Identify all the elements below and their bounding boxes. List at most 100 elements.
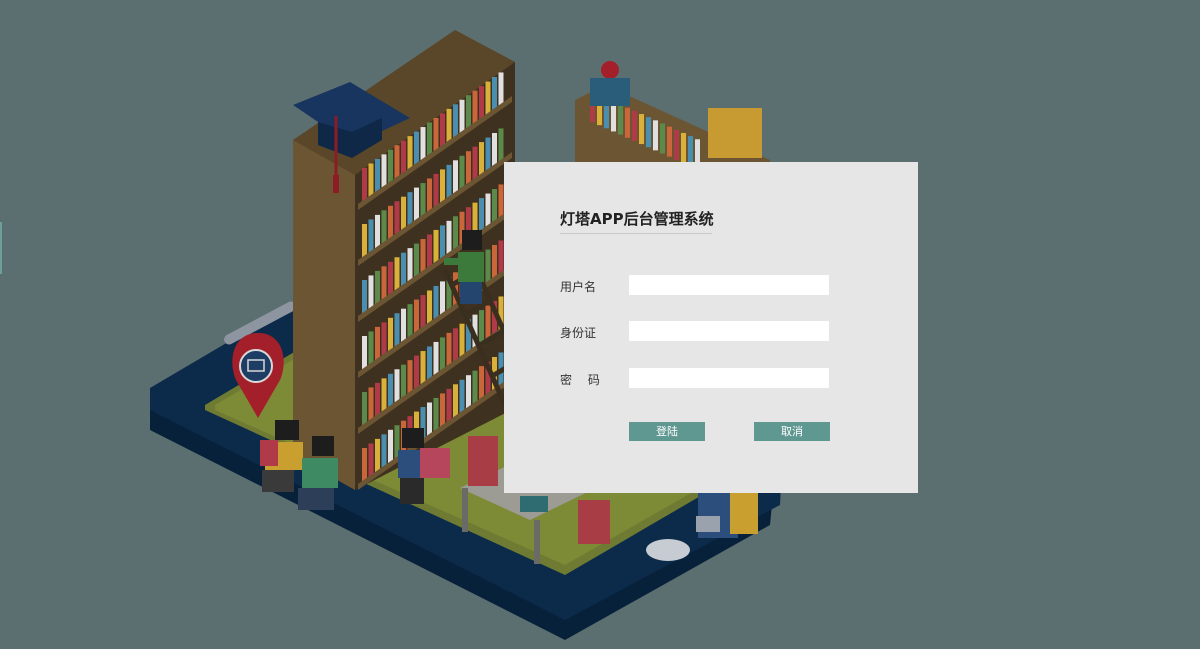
book-spine (466, 151, 471, 186)
book-spine (401, 308, 406, 343)
book-spine (368, 163, 374, 198)
book-spine (440, 225, 445, 260)
book-spine (440, 169, 445, 204)
book-spine (414, 131, 419, 166)
book-spine (498, 128, 504, 163)
book-spine (485, 249, 491, 284)
book-spine (618, 104, 623, 135)
username-label: 用户名 (560, 280, 597, 294)
book-spine (653, 120, 658, 151)
book-spine (440, 393, 445, 428)
book-spine (433, 285, 439, 320)
book-spine (362, 168, 367, 202)
book-spine (414, 187, 419, 222)
book-spine (446, 108, 452, 143)
book-spine (479, 310, 484, 345)
book-spine (479, 366, 484, 401)
book-spine (660, 123, 665, 154)
book-spine (427, 346, 432, 381)
book-spine (466, 95, 471, 130)
login-title: 灯塔APP后台管理系统 (560, 208, 714, 234)
book-spine (401, 364, 406, 399)
book-spine (625, 107, 630, 138)
book-spine (394, 145, 400, 180)
book-spine (453, 384, 458, 419)
book-spine (472, 370, 478, 405)
book-spine (446, 388, 452, 423)
book-spine (362, 448, 367, 482)
book-spine (440, 337, 445, 372)
book-spine (667, 126, 672, 157)
book-spine (388, 317, 393, 352)
book-spine (479, 86, 484, 121)
book-spine (375, 326, 380, 361)
book-spine (459, 155, 465, 190)
book-spine (433, 173, 439, 208)
book-spine (414, 243, 419, 278)
book-spine (453, 216, 458, 251)
username-row: 用户名 (560, 275, 830, 295)
book-spine (368, 275, 374, 310)
book-spine (381, 378, 387, 413)
book-spine (381, 154, 387, 189)
book-spine (646, 117, 651, 148)
book-spine (375, 270, 380, 305)
book-spine (407, 192, 413, 227)
book-spine (459, 379, 465, 414)
book-spine (492, 77, 497, 111)
book-spine (407, 248, 413, 283)
username-input[interactable] (629, 275, 829, 295)
book-spine (420, 183, 426, 218)
id-card-input[interactable] (629, 321, 829, 341)
book-spine (394, 313, 400, 348)
book-spine (375, 438, 380, 473)
book-spine (446, 164, 452, 199)
book-spine (427, 178, 432, 213)
password-label: 密 码 (560, 373, 600, 387)
book-spine (433, 229, 439, 264)
book-spine (479, 198, 484, 233)
book-spine (453, 160, 458, 195)
book-spine (681, 132, 686, 163)
book-spine (368, 219, 374, 254)
book-spine (420, 239, 426, 274)
id-card-label: 身份证 (560, 326, 597, 340)
book-spine (472, 90, 478, 125)
login-button[interactable]: 登陆 (629, 422, 705, 441)
book-spine (498, 184, 504, 219)
book-spine (388, 205, 393, 240)
book-spine (401, 140, 406, 175)
book-spine (466, 375, 471, 410)
book-spine (375, 382, 380, 417)
book-spine (362, 336, 367, 370)
book-spine (446, 220, 452, 255)
book-spine (485, 305, 491, 340)
book-spine (446, 332, 452, 367)
password-input[interactable] (629, 368, 829, 388)
book-spine (407, 136, 413, 171)
book-spine (362, 280, 367, 314)
login-panel: 灯塔APP后台管理系统 用户名 身份证 密 码 登陆 取消 (504, 162, 918, 493)
password-row: 密 码 (560, 368, 830, 388)
book-spine (479, 142, 484, 177)
book-spine (388, 429, 393, 464)
cancel-button[interactable]: 取消 (754, 422, 830, 441)
book-spine (394, 369, 400, 404)
book-spine (427, 402, 432, 437)
book-spine (407, 360, 413, 395)
book-spine (492, 189, 497, 223)
book-spine (498, 240, 504, 275)
book-spine (639, 114, 644, 145)
book-spine (485, 81, 491, 116)
book-spine (394, 201, 400, 236)
book-spine (362, 224, 367, 258)
book-spine (492, 133, 497, 167)
book-spine (381, 434, 387, 469)
book-spine (472, 146, 478, 181)
book-spine (492, 245, 497, 279)
book-spine (440, 113, 445, 148)
book-spine (485, 137, 491, 172)
book-spine (433, 117, 439, 152)
book-spine (440, 281, 445, 316)
book-spine (375, 158, 380, 193)
